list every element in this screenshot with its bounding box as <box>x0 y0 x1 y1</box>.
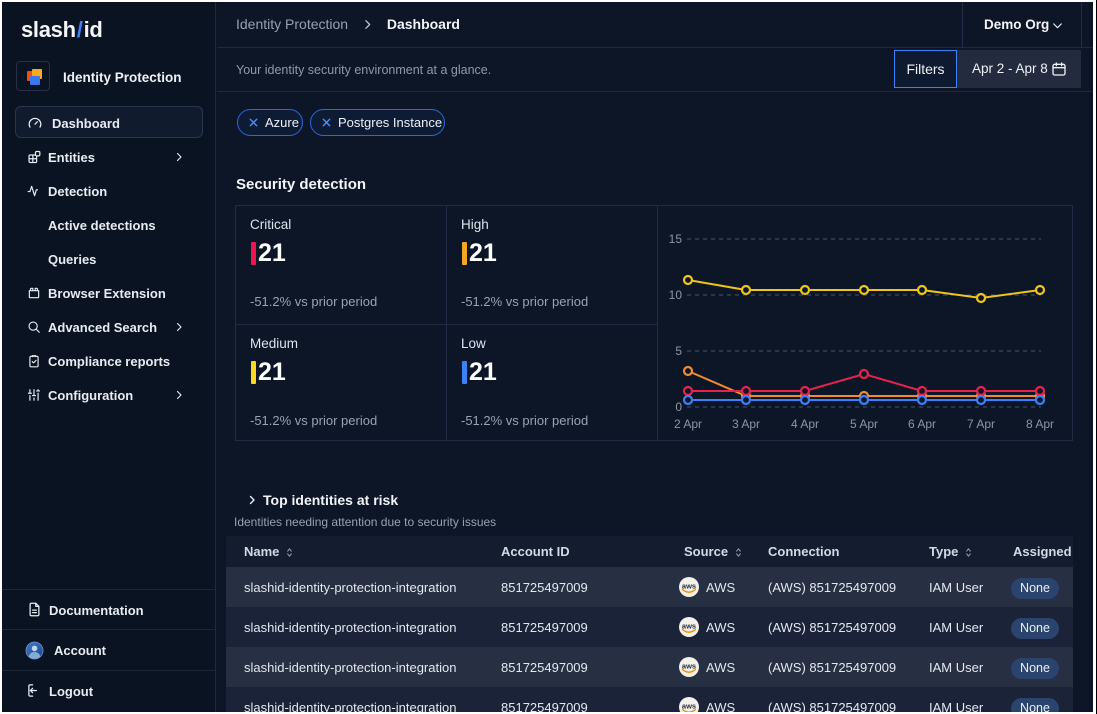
svg-text:aws: aws <box>682 582 696 591</box>
svg-text:aws: aws <box>682 702 696 711</box>
svg-text:15: 15 <box>669 232 683 246</box>
svg-text:aws: aws <box>682 622 696 631</box>
svg-text:7 Apr: 7 Apr <box>967 417 995 431</box>
svg-text:3 Apr: 3 Apr <box>732 417 760 431</box>
svg-text:10: 10 <box>669 288 683 302</box>
svg-text:5 Apr: 5 Apr <box>850 417 878 431</box>
svg-text:0: 0 <box>675 400 682 414</box>
svg-text:2 Apr: 2 Apr <box>674 417 702 431</box>
svg-text:4 Apr: 4 Apr <box>791 417 819 431</box>
svg-text:5: 5 <box>675 344 682 358</box>
svg-text:8 Apr: 8 Apr <box>1026 417 1054 431</box>
svg-text:6 Apr: 6 Apr <box>908 417 936 431</box>
svg-text:aws: aws <box>682 662 696 671</box>
